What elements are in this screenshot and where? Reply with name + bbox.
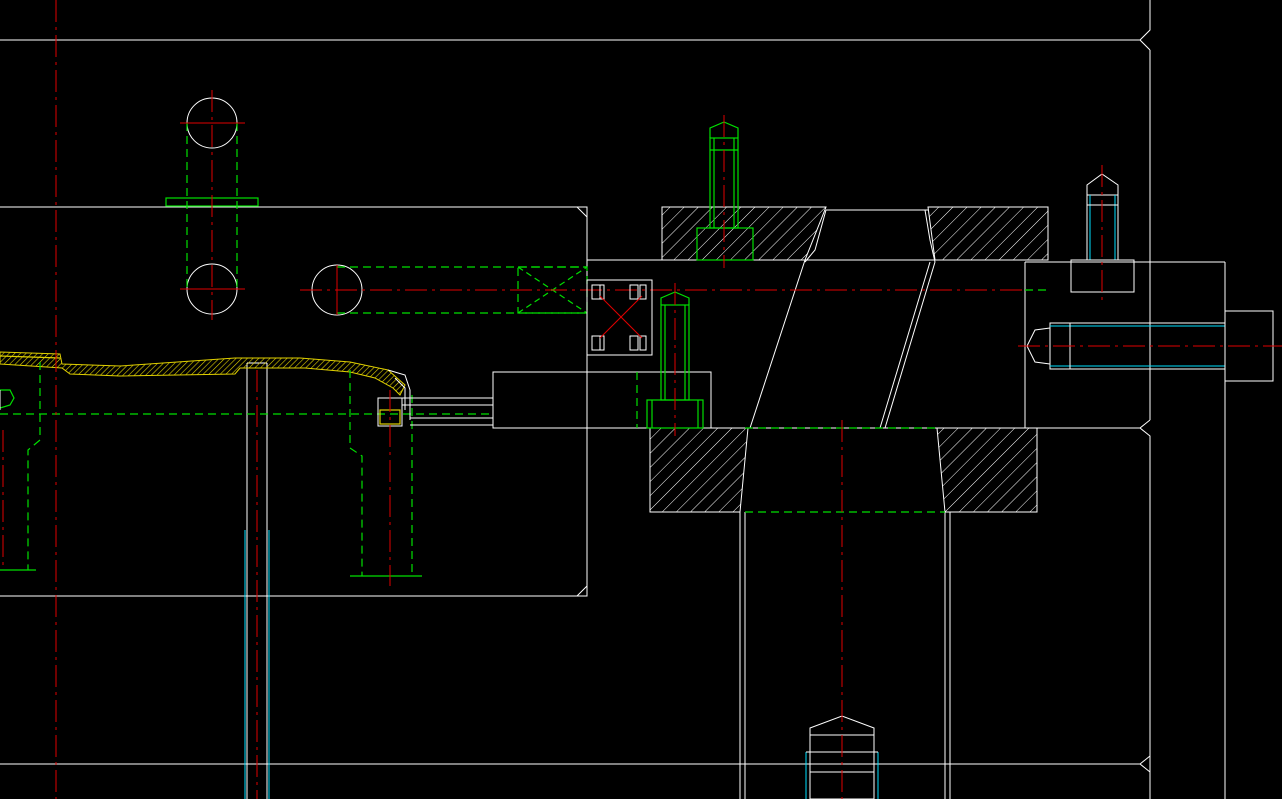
molded-part-shell [0, 351, 411, 420]
locking-wedge-upper [661, 206, 1049, 263]
lifter-insert [349, 370, 493, 586]
cavity-plate [0, 206, 588, 597]
spring-box [586, 279, 653, 356]
stopper-screw-right [1070, 165, 1135, 300]
slide-screw-middle [636, 283, 704, 436]
slide-block [492, 259, 1140, 429]
mold-cross-section-drawing [0, 0, 1282, 799]
left-edge-features [0, 362, 41, 571]
locking-wedge-lower [649, 427, 1038, 799]
guide-bushing-top [165, 90, 259, 320]
mold-plates [0, 0, 1226, 799]
cad-drawing-viewport[interactable] [0, 0, 1282, 799]
hidden-lines [0, 289, 1048, 513]
